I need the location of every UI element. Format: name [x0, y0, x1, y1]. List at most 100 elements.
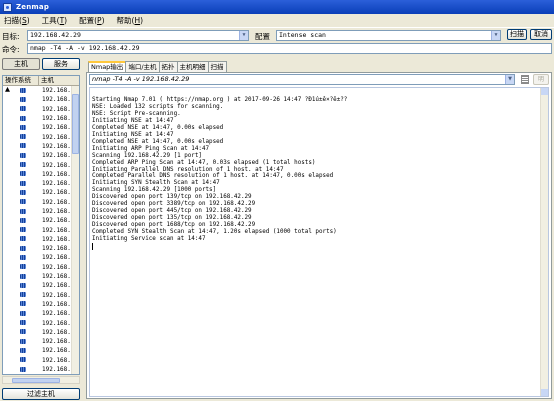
scroll-thumb[interactable]: [72, 94, 79, 154]
host-row[interactable]: 192.168.4: [3, 309, 79, 318]
host-row[interactable]: 192.168.4: [3, 318, 79, 327]
host-address: 192.168.4: [42, 124, 75, 132]
hosts-toggle-button[interactable]: 主机: [2, 58, 40, 70]
host-row[interactable]: 192.168.4: [3, 300, 79, 309]
host-row[interactable]: 192.168.4: [3, 198, 79, 207]
menu-profile[interactable]: 配置(P): [77, 14, 106, 27]
host-address: 192.168.4: [42, 161, 75, 169]
host-row[interactable]: 192.168.4: [3, 207, 79, 216]
output-caret-line: [92, 243, 347, 251]
host-address: 192.168.4: [42, 235, 75, 243]
details-button-label: 明: [537, 76, 544, 83]
profile-label: 配置: [255, 32, 270, 41]
output-line: Initiating NSE at 14:47: [92, 131, 174, 138]
host-row[interactable]: 192.168.4: [3, 123, 79, 132]
host-list[interactable]: 操作系统 ▲ 主机 192.168.4 192.168.4 192.168.4 192…: [2, 75, 80, 375]
profile-value: Intense scan: [279, 31, 326, 39]
column-host-header[interactable]: 主机: [39, 76, 79, 85]
scroll-up-arrow-icon[interactable]: [541, 88, 548, 95]
chevron-down-icon[interactable]: ▼: [239, 31, 248, 40]
output-text-area[interactable]: Starting Nmap 7.01 ( https://nmap.org ) …: [89, 87, 549, 397]
tab-host-details[interactable]: 主机明细: [176, 61, 209, 72]
chevron-down-icon[interactable]: ▼: [505, 75, 514, 84]
host-row[interactable]: 192.168.4: [3, 188, 79, 197]
host-row[interactable]: 192.168.4: [3, 216, 79, 225]
host-row[interactable]: 192.168.4: [3, 86, 79, 95]
host-row[interactable]: 192.168.4: [3, 272, 79, 281]
menu-help[interactable]: 帮助(H): [115, 14, 146, 27]
host-row[interactable]: 192.168.4: [3, 142, 79, 151]
host-address: 192.168.4: [42, 338, 75, 346]
host-row[interactable]: 192.168.4: [3, 151, 79, 160]
host-row[interactable]: 192.168.4: [3, 170, 79, 179]
host-row[interactable]: 192.168.4: [3, 263, 79, 272]
tab-ports-hosts[interactable]: 端口/主机: [125, 61, 160, 72]
windows-os-icon: [20, 106, 27, 112]
host-list-horizontal-scrollbar[interactable]: [2, 376, 80, 384]
windows-os-icon: [20, 227, 27, 233]
menu-scan[interactable]: 扫描(S): [2, 14, 32, 27]
host-address: 192.168.4: [42, 300, 75, 308]
services-toggle-button[interactable]: 服务: [42, 58, 80, 70]
host-list-vertical-scrollbar[interactable]: [71, 86, 79, 374]
host-row[interactable]: 192.168.4: [3, 356, 79, 365]
host-row[interactable]: 192.168.4: [3, 179, 79, 188]
scroll-thumb[interactable]: [12, 378, 60, 383]
windows-os-icon: [20, 282, 27, 289]
output-line: Completed ARP Ping Scan at 14:47, 0.03s …: [92, 159, 316, 166]
menu-help-label: 帮助: [116, 16, 132, 25]
host-address: 192.168.4: [42, 198, 75, 206]
cancel-button[interactable]: 取消: [530, 29, 552, 40]
output-command-combo[interactable]: nmap -T4 -A -v 192.168.42.29 ▼: [89, 74, 515, 85]
host-row[interactable]: 192.168.4: [3, 244, 79, 253]
menu-tools-mnemonic: T: [59, 16, 65, 25]
scroll-down-arrow-icon[interactable]: [541, 389, 548, 396]
title-bar: Zenmap: [0, 0, 554, 14]
windows-os-icon: [20, 199, 27, 205]
tab-ports-hosts-label: 端口/主机: [128, 63, 157, 71]
windows-os-icon: [20, 180, 27, 187]
host-row[interactable]: 192.168.4: [3, 253, 79, 262]
tab-host-details-label: 主机明细: [179, 63, 206, 71]
column-os-header[interactable]: 操作系统 ▲: [3, 76, 39, 93]
host-row[interactable]: 192.168.4: [3, 95, 79, 104]
tab-scans[interactable]: 扫描: [207, 61, 227, 72]
details-button[interactable]: 明: [533, 74, 549, 85]
tab-topology[interactable]: 拓扑: [158, 61, 178, 72]
host-row[interactable]: 192.168.4: [3, 337, 79, 346]
target-combo[interactable]: 192.168.42.29 ▼: [27, 30, 249, 41]
windows-os-icon: [20, 87, 27, 94]
menu-scan-label: 扫描: [4, 16, 19, 25]
host-row[interactable]: 192.168.4: [3, 328, 79, 337]
target-value: 192.168.42.29: [30, 31, 81, 39]
menu-tools[interactable]: 工具(T): [40, 14, 69, 27]
host-row[interactable]: 192.168.4: [3, 225, 79, 234]
host-row[interactable]: 192.168.4: [3, 346, 79, 355]
host-address: 192.168.4: [42, 152, 75, 160]
command-value: nmap -T4 -A -v 192.168.42.29: [30, 44, 140, 52]
host-address: 192.168.4: [42, 170, 75, 178]
host-row[interactable]: 192.168.4: [3, 114, 79, 123]
output-line: Discovered open port 135/tcp on 192.168.…: [92, 215, 252, 222]
highlight-toggle-icon[interactable]: [521, 75, 529, 84]
windows-os-icon: [20, 124, 27, 131]
windows-os-icon: [20, 301, 27, 307]
scan-button[interactable]: 扫描: [507, 29, 527, 40]
output-line: Completed SYN Stealth Scan at 14:47, 1.2…: [92, 229, 337, 236]
host-address: 192.168.4: [42, 263, 75, 271]
menu-tools-label: 工具: [41, 16, 57, 25]
host-row[interactable]: 192.168.4: [3, 365, 79, 374]
host-row[interactable]: 192.168.4: [3, 281, 79, 290]
host-row[interactable]: 192.168.4: [3, 105, 79, 114]
command-input[interactable]: nmap -T4 -A -v 192.168.42.29: [27, 43, 552, 54]
hosts-pane: 主机 服务 操作系统 ▲ 主机 192.168.4 192.168.4 192.16…: [0, 58, 84, 401]
output-vertical-scrollbar[interactable]: [540, 88, 548, 396]
profile-combo[interactable]: Intense scan ▼: [276, 30, 501, 41]
host-row[interactable]: 192.168.4: [3, 132, 79, 141]
nmap-output-panel: nmap -T4 -A -v 192.168.42.29 ▼ 明 Startin…: [86, 72, 552, 399]
host-row[interactable]: 192.168.4: [3, 160, 79, 169]
filter-hosts-button[interactable]: 过滤主机: [2, 388, 80, 400]
host-row[interactable]: 192.168.4: [3, 291, 79, 300]
chevron-down-icon[interactable]: ▼: [491, 31, 500, 40]
host-row[interactable]: 192.168.4: [3, 235, 79, 244]
